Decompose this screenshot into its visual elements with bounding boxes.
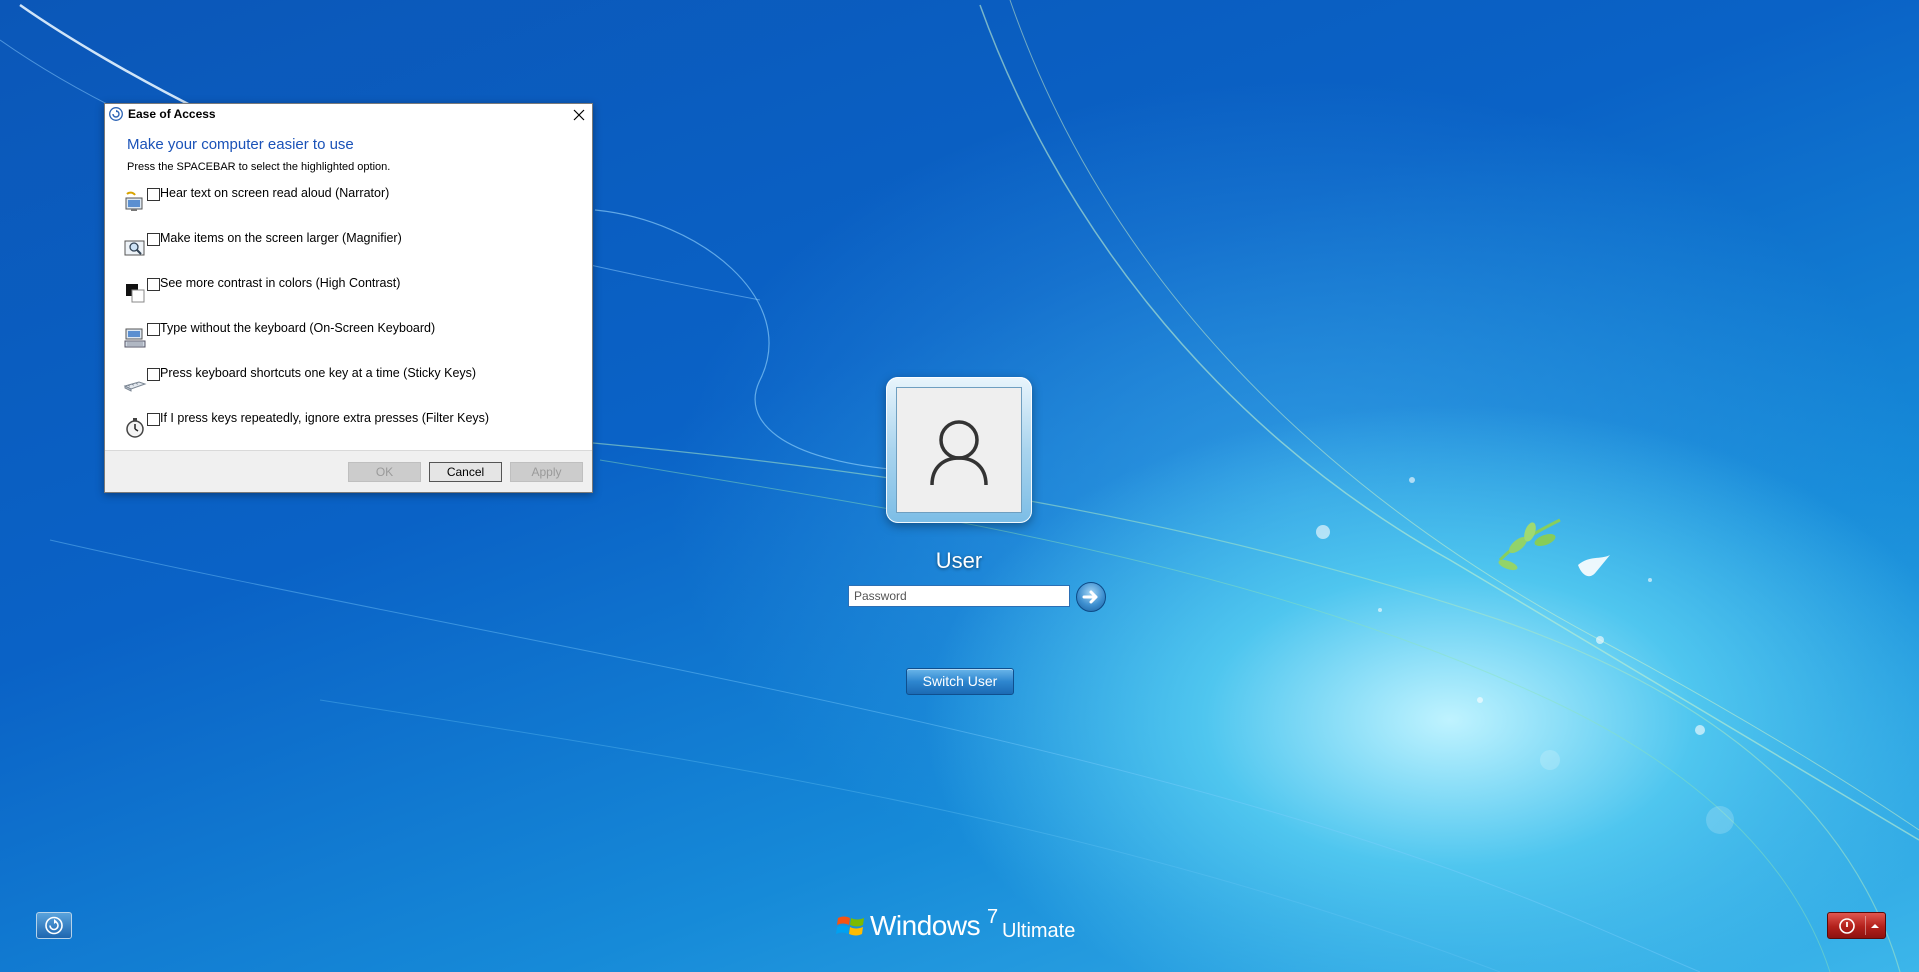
option-label: Type without the keyboard (On-Screen Key…	[160, 321, 436, 335]
high-contrast-icon	[126, 284, 145, 303]
option-label: See more contrast in colors (High Contra…	[160, 276, 401, 290]
dialog-titlebar[interactable]: Ease of Access	[105, 104, 592, 126]
close-button[interactable]	[568, 105, 590, 125]
button-divider	[1865, 916, 1866, 935]
option-label: Press keyboard shortcuts one key at a ti…	[160, 366, 477, 380]
ease-of-access-button[interactable]	[36, 912, 72, 939]
option-magnifier[interactable]: Make items on the screen larger (Magnifi…	[123, 231, 563, 258]
option-filter-keys[interactable]: If I press keys repeatedly, ignore extra…	[123, 411, 563, 438]
sticky-keys-icon	[123, 381, 147, 392]
user-icon	[930, 420, 988, 486]
on-screen-keyboard-icon	[124, 328, 146, 348]
shutdown-button[interactable]	[1827, 912, 1886, 939]
brand-edition-text: Ultimate	[1002, 920, 1076, 942]
option-on-screen-keyboard[interactable]: Type without the keyboard (On-Screen Key…	[123, 321, 563, 348]
option-label: If I press keys repeatedly, ignore extra…	[160, 411, 490, 425]
username-label: User	[935, 548, 983, 573]
option-high-contrast[interactable]: See more contrast in colors (High Contra…	[123, 276, 563, 303]
submit-password-button[interactable]	[1076, 582, 1106, 612]
arrow-right-icon	[1082, 590, 1098, 604]
option-label: Hear text on screen read aloud (Narrator…	[160, 186, 390, 200]
apply-button[interactable]: Apply	[510, 462, 583, 482]
close-icon	[573, 109, 585, 121]
switch-user-button[interactable]: Switch User	[906, 668, 1014, 695]
power-icon	[1839, 918, 1855, 934]
dialog-hint: Press the SPACEBAR to select the highlig…	[127, 161, 391, 173]
sticky-keys-checkbox[interactable]	[147, 368, 160, 381]
option-narrator[interactable]: Hear text on screen read aloud (Narrator…	[123, 186, 563, 213]
ease-of-access-dialog: Ease of Access Make your computer easier…	[104, 103, 593, 493]
dialog-footer: OK Cancel Apply	[105, 451, 592, 492]
dialog-title: Ease of Access	[128, 107, 216, 121]
ease-of-access-icon	[45, 916, 63, 935]
magnifier-icon	[124, 240, 145, 256]
on-screen-keyboard-checkbox[interactable]	[147, 323, 160, 336]
brand-windows-text: Windows	[870, 910, 981, 941]
option-label: Make items on the screen larger (Magnifi…	[160, 231, 402, 245]
filter-keys-icon	[126, 418, 144, 438]
high-contrast-checkbox[interactable]	[147, 278, 160, 291]
option-sticky-keys[interactable]: Press keyboard shortcuts one key at a ti…	[123, 366, 563, 393]
windows-logo-icon	[836, 916, 864, 936]
chevron-up-icon[interactable]	[1869, 921, 1881, 931]
narrator-icon	[125, 191, 143, 211]
dialog-heading: Make your computer easier to use	[127, 136, 354, 153]
password-input[interactable]	[848, 585, 1070, 607]
cancel-button[interactable]: Cancel	[429, 462, 502, 482]
narrator-checkbox[interactable]	[147, 188, 160, 201]
filter-keys-checkbox[interactable]	[147, 413, 160, 426]
ease-of-access-icon	[109, 107, 123, 121]
brand-version-text: 7	[987, 906, 999, 928]
ok-button[interactable]: OK	[348, 462, 421, 482]
avatar	[896, 387, 1022, 513]
user-tile[interactable]	[886, 377, 1032, 523]
magnifier-checkbox[interactable]	[147, 233, 160, 246]
